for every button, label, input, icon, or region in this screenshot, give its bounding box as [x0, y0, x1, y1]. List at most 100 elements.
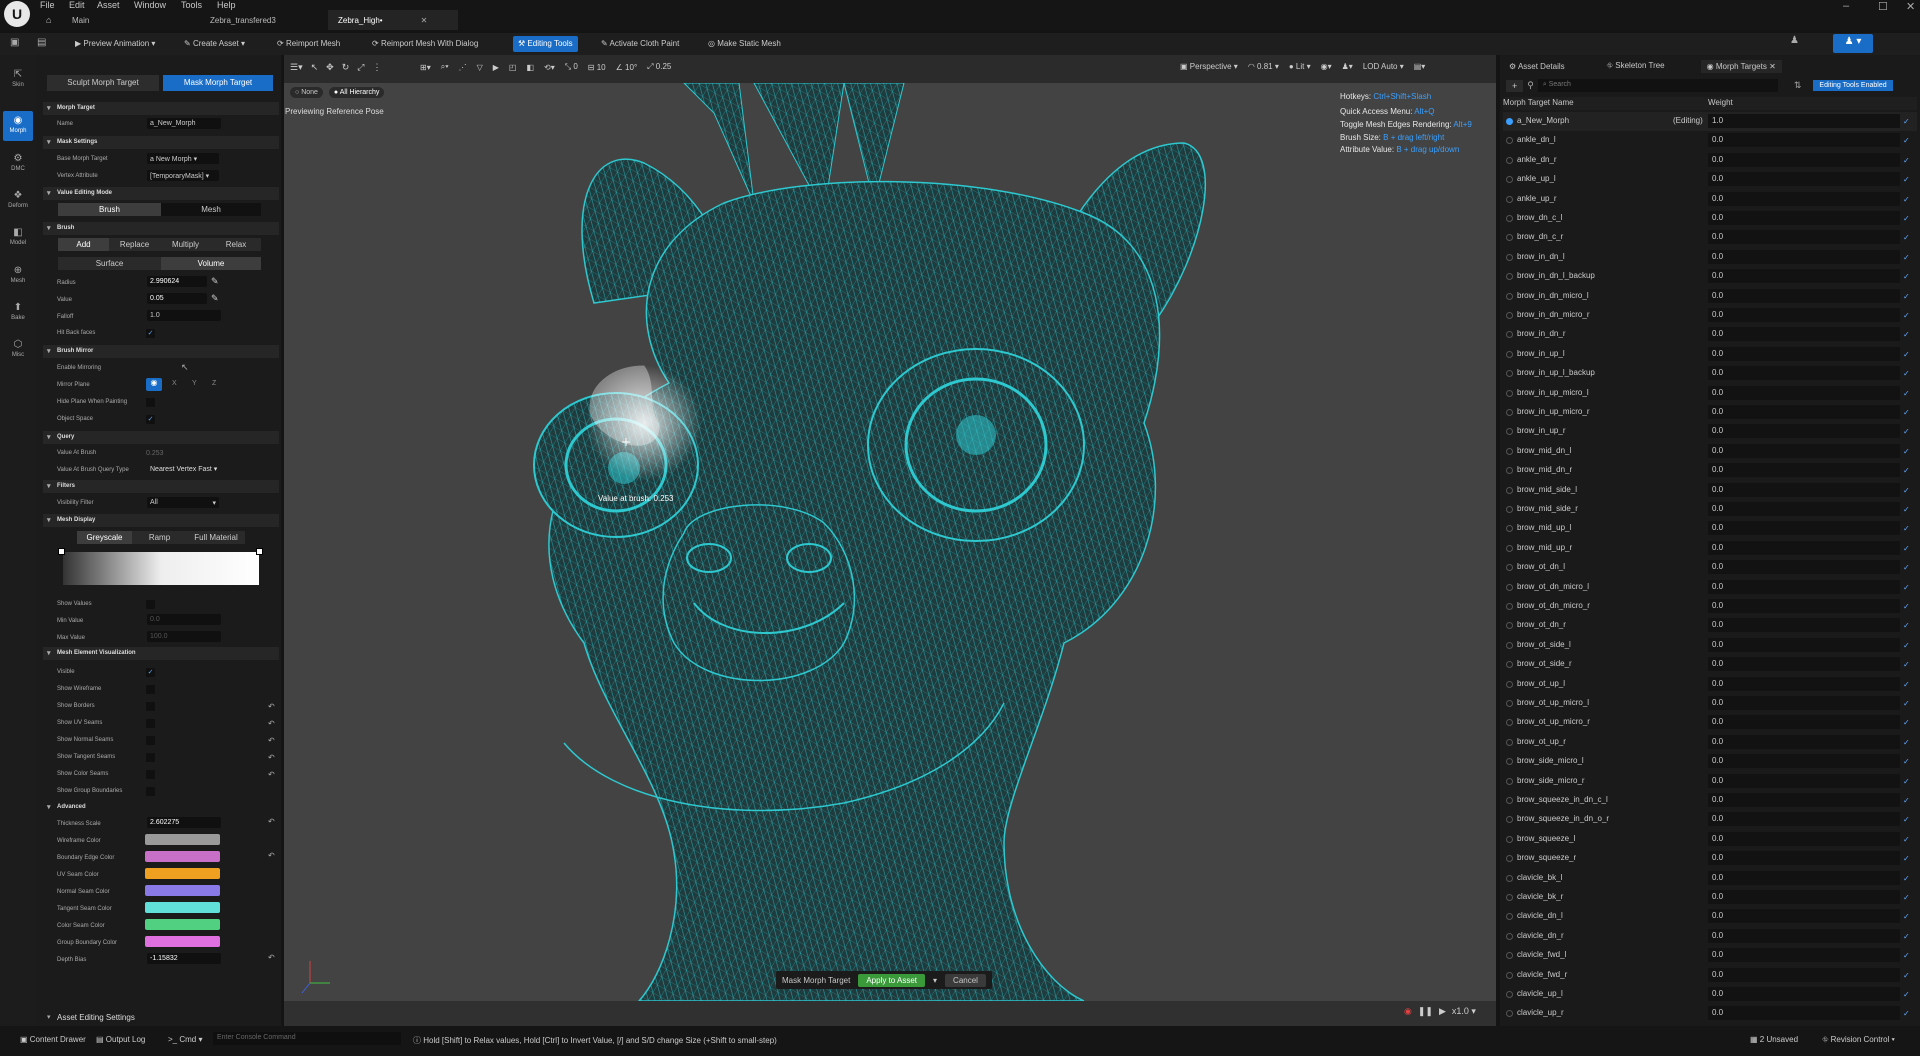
lod-dropdown[interactable]: LOD Auto ▾	[1363, 62, 1404, 71]
browse-icon[interactable]: ▤	[37, 37, 46, 48]
morph-radio-icon[interactable]	[1506, 913, 1513, 921]
morph-radio-icon[interactable]	[1506, 564, 1513, 572]
mode-morph[interactable]: ◉ Morph	[3, 111, 33, 141]
depth-bias-field[interactable]: -1.15832	[147, 953, 221, 964]
menu-tools[interactable]: Tools	[181, 0, 202, 10]
morph-enabled-checkbox[interactable]: ✓	[1903, 350, 1910, 359]
morph-enabled-checkbox[interactable]: ✓	[1903, 233, 1910, 242]
morph-enabled-checkbox[interactable]: ✓	[1903, 486, 1910, 495]
normal-seam-color-swatch[interactable]	[145, 885, 220, 896]
show-wireframe-checkbox[interactable]	[146, 685, 155, 694]
morph-target-row[interactable]: brow_ot_up_micro_l 0.0 ✓	[1503, 694, 1917, 713]
morph-radio-icon[interactable]	[1506, 370, 1513, 378]
ramp-button[interactable]: Ramp	[132, 531, 187, 544]
morph-enabled-checkbox[interactable]: ✓	[1903, 583, 1910, 592]
morph-weight-field[interactable]: 0.0	[1708, 230, 1900, 245]
grid-snap-icon[interactable]: ⊟ 10	[588, 63, 606, 72]
layout-icon[interactable]: ▤▾	[1414, 62, 1426, 71]
apply-dropdown-icon[interactable]: ▾	[933, 976, 937, 985]
mode-mesh[interactable]: ⊕ Mesh	[3, 261, 33, 291]
section-brush-mirror[interactable]: Brush Mirror	[43, 345, 279, 358]
name-field[interactable]: a_New_Morph	[147, 118, 221, 129]
morph-enabled-checkbox[interactable]: ✓	[1903, 117, 1910, 126]
morph-enabled-checkbox[interactable]: ✓	[1903, 602, 1910, 611]
mode-deform[interactable]: ❖ Deform	[3, 186, 33, 216]
morph-target-row[interactable]: brow_in_up_micro_l 0.0 ✓	[1503, 384, 1917, 403]
morph-target-row[interactable]: clavicle_fwd_r 0.0 ✓	[1503, 966, 1917, 985]
apply-to-asset-button[interactable]: Apply to Asset	[858, 973, 926, 987]
morph-enabled-checkbox[interactable]: ✓	[1903, 253, 1910, 262]
object-space-checkbox[interactable]: ✓	[146, 415, 155, 424]
brush-mode-button[interactable]: Brush	[58, 203, 161, 216]
morph-target-row[interactable]: brow_in_dn_l_backup 0.0 ✓	[1503, 267, 1917, 286]
morph-target-row[interactable]: brow_squeeze_in_dn_c_l 0.0 ✓	[1503, 791, 1917, 810]
morph-enabled-checkbox[interactable]: ✓	[1903, 427, 1910, 436]
morph-enabled-checkbox[interactable]: ✓	[1903, 699, 1910, 708]
reset-icon[interactable]: ↶	[268, 953, 275, 962]
reset-icon[interactable]: ↶	[268, 770, 275, 779]
morph-enabled-checkbox[interactable]: ✓	[1903, 912, 1910, 921]
morph-target-row[interactable]: brow_in_up_l_backup 0.0 ✓	[1503, 364, 1917, 383]
mask-morph-tab[interactable]: Mask Morph Target	[163, 75, 273, 91]
morph-enabled-checkbox[interactable]: ✓	[1903, 408, 1910, 417]
eyedropper-icon[interactable]: ✎	[211, 293, 219, 304]
eyedropper-icon[interactable]: ✎	[211, 276, 219, 287]
morph-target-row[interactable]: brow_in_dn_l 0.0 ✓	[1503, 248, 1917, 267]
morph-weight-field[interactable]: 0.0	[1708, 366, 1900, 381]
morph-target-row[interactable]: brow_mid_side_r 0.0 ✓	[1503, 500, 1917, 519]
morph-target-row[interactable]: brow_ot_dn_micro_l 0.0 ✓	[1503, 578, 1917, 597]
menu-help[interactable]: Help	[217, 0, 236, 10]
morph-enabled-checkbox[interactable]: ✓	[1903, 757, 1910, 766]
morph-weight-field[interactable]: 0.0	[1708, 754, 1900, 769]
morph-weight-field[interactable]: 0.0	[1708, 385, 1900, 400]
morph-weight-field[interactable]: 0.0	[1708, 346, 1900, 361]
activate-cloth-button[interactable]: ✎ Activate Cloth Paint	[596, 36, 684, 52]
close-tab-icon[interactable]: ✕	[421, 16, 428, 25]
morph-weight-field[interactable]: 0.0	[1708, 734, 1900, 749]
morph-radio-icon[interactable]	[1506, 661, 1513, 669]
morph-radio-icon[interactable]	[1506, 835, 1513, 843]
morph-target-row[interactable]: brow_in_dn_r 0.0 ✓	[1503, 325, 1917, 344]
visibility-filter-select[interactable]: All ▾	[147, 497, 219, 508]
reset-icon[interactable]: ↶	[268, 702, 275, 711]
morph-weight-field[interactable]: 0.0	[1708, 967, 1900, 982]
morph-weight-field[interactable]: 0.0	[1708, 618, 1900, 633]
falloff-field[interactable]: 1.0	[147, 310, 221, 321]
output-log-button[interactable]: ▤ Output Log	[96, 1035, 145, 1044]
morph-name-column-header[interactable]: Morph Target Name	[1503, 98, 1574, 107]
preview-animation-button[interactable]: ▶ Preview Animation ▾	[70, 36, 160, 52]
morph-enabled-checkbox[interactable]: ✓	[1903, 990, 1910, 999]
morph-radio-icon[interactable]	[1506, 525, 1513, 533]
morph-weight-field[interactable]: 0.0	[1708, 152, 1900, 167]
morph-radio-icon[interactable]	[1506, 253, 1513, 261]
morph-enabled-checkbox[interactable]: ✓	[1903, 951, 1910, 960]
morph-enabled-checkbox[interactable]: ✓	[1903, 680, 1910, 689]
morph-target-row[interactable]: brow_ot_up_l 0.0 ✓	[1503, 675, 1917, 694]
morph-radio-icon[interactable]	[1506, 234, 1513, 242]
morph-weight-field[interactable]: 0.0	[1708, 793, 1900, 807]
morph-enabled-checkbox[interactable]: ✓	[1903, 330, 1910, 339]
tab-skeleton-tree[interactable]: ⛗ Skeleton Tree	[1601, 59, 1671, 73]
morph-target-row[interactable]: brow_ot_side_r 0.0 ✓	[1503, 655, 1917, 674]
mode-dmc[interactable]: ⚙ DMC	[3, 149, 33, 179]
morph-enabled-checkbox[interactable]: ✓	[1903, 1009, 1910, 1018]
show-group-boundaries-checkbox[interactable]	[146, 787, 155, 796]
tab-zebra-transfered3[interactable]: Zebra_transfered3	[200, 10, 286, 30]
morph-target-row[interactable]: clavicle_up_l 0.0 ✓	[1503, 985, 1917, 1004]
morph-target-row[interactable]: clavicle_up_r 0.0 ✓	[1503, 1004, 1917, 1023]
mode-misc[interactable]: ⬡ Misc	[3, 335, 33, 365]
mesh-mode-button[interactable]: Mesh	[161, 203, 261, 216]
morph-enabled-checkbox[interactable]: ✓	[1903, 466, 1910, 475]
close-tab-icon[interactable]: ✕	[1769, 62, 1776, 71]
close-window-icon[interactable]: ✕	[1906, 0, 1915, 13]
hit-back-faces-checkbox[interactable]: ✓	[146, 329, 155, 338]
pause-icon[interactable]: ❚❚	[1418, 1006, 1433, 1017]
show-uv-seams-checkbox[interactable]	[146, 719, 155, 728]
section-advanced[interactable]: Advanced	[43, 801, 279, 814]
vertex-icon[interactable]: ⋰	[459, 63, 467, 72]
morph-target-row[interactable]: brow_in_dn_micro_l 0.0 ✓	[1503, 287, 1917, 306]
morph-enabled-checkbox[interactable]: ✓	[1903, 311, 1910, 320]
morph-weight-field[interactable]: 0.0	[1708, 308, 1900, 322]
radius-field[interactable]: 2.990624	[147, 276, 207, 287]
editing-tools-enabled-badge[interactable]: Editing Tools Enabled	[1813, 80, 1893, 91]
